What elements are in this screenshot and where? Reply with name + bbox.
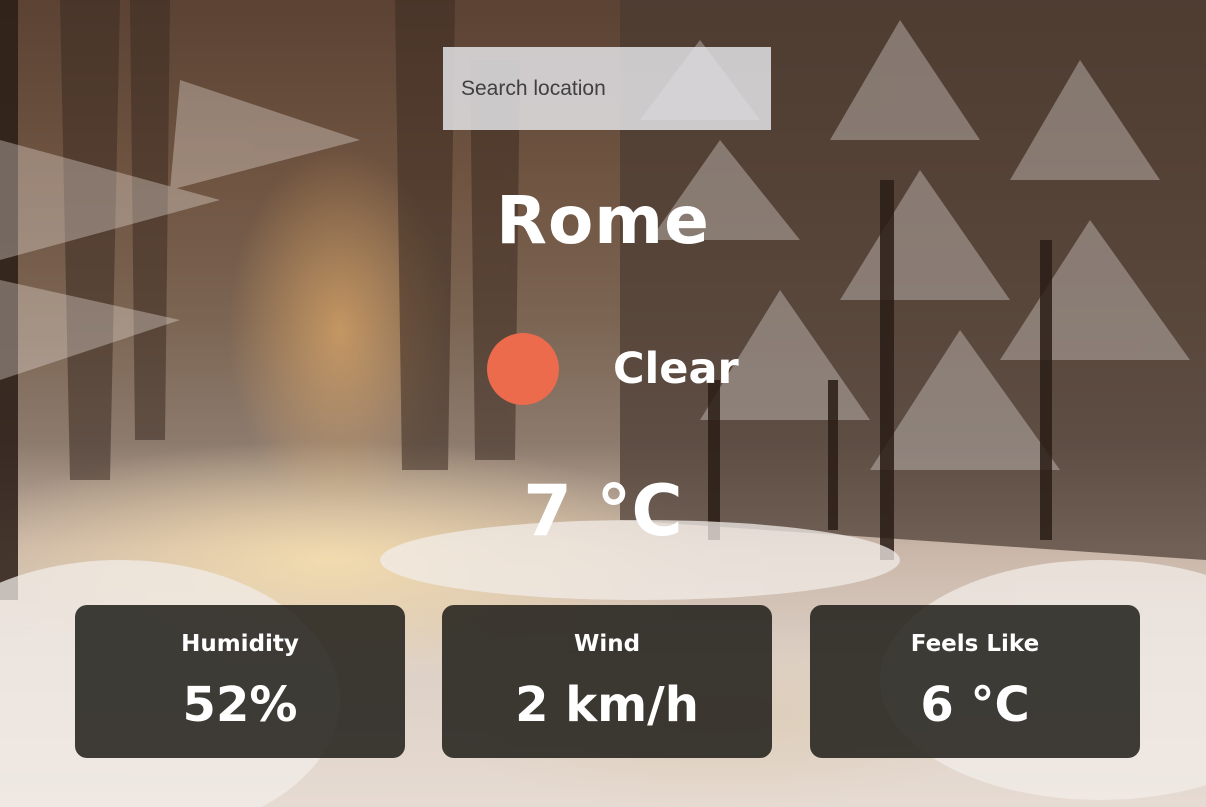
search-input[interactable] xyxy=(443,47,771,130)
humidity-value: 52% xyxy=(182,677,298,733)
city-name: Rome xyxy=(496,182,710,259)
temperature: 7 °C xyxy=(523,470,683,552)
condition-label: Clear xyxy=(613,344,739,394)
wind-value: 2 km/h xyxy=(515,677,699,733)
weather-app: Rome Clear 7 °C Humidity 52% Wind 2 km/h… xyxy=(0,0,1206,807)
wind-card: Wind 2 km/h xyxy=(442,605,772,758)
wind-label: Wind xyxy=(573,631,641,657)
sun-dot-icon xyxy=(487,333,559,405)
humidity-card: Humidity 52% xyxy=(75,605,405,758)
humidity-label: Humidity xyxy=(181,631,299,657)
feels-like-card: Feels Like 6 °C xyxy=(810,605,1140,758)
feels-like-label: Feels Like xyxy=(910,631,1040,657)
feels-like-value: 6 °C xyxy=(920,677,1030,733)
condition-row: Clear xyxy=(487,333,739,405)
